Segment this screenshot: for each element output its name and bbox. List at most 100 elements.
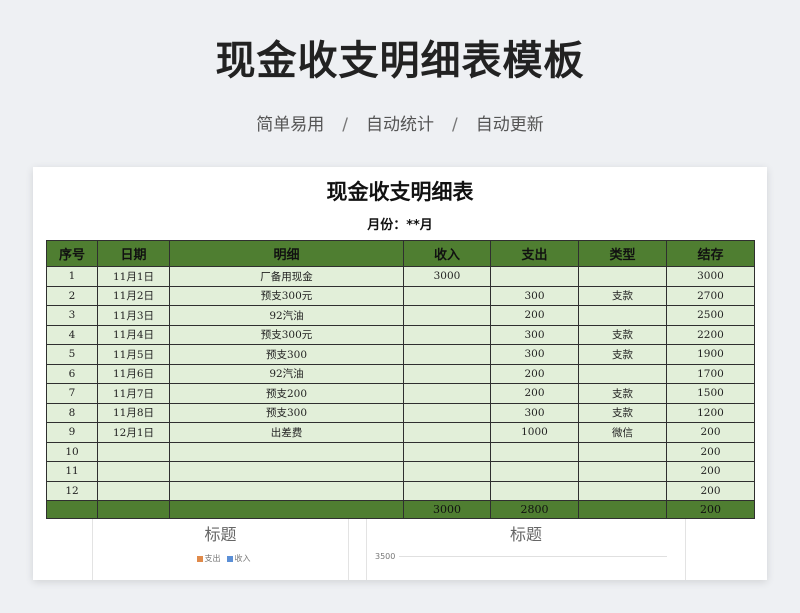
table-cell[interactable]: 支款 <box>578 285 667 306</box>
column-header[interactable]: 序号 <box>46 240 98 267</box>
table-cell[interactable] <box>403 480 491 501</box>
table-cell[interactable]: 200 <box>666 461 755 482</box>
table-cell[interactable] <box>403 363 491 384</box>
column-header[interactable]: 明细 <box>169 240 404 267</box>
table-cell[interactable]: 92汽油 <box>169 305 404 326</box>
table-cell[interactable]: 200 <box>666 441 755 462</box>
bar-chart-panel[interactable]: 标题 3500 <box>366 519 686 580</box>
table-cell[interactable] <box>578 305 667 326</box>
table-cell[interactable]: 200 <box>490 363 579 384</box>
table-cell[interactable]: 3 <box>46 305 98 326</box>
table-cell[interactable]: 1900 <box>666 344 755 365</box>
table-cell[interactable]: 11月7日 <box>97 383 170 404</box>
table-cell[interactable]: 1200 <box>666 402 755 423</box>
table-cell[interactable]: 预支300元 <box>169 324 404 345</box>
total-income[interactable]: 3000 <box>403 500 491 519</box>
table-cell[interactable]: 11月6日 <box>97 363 170 384</box>
table-cell[interactable]: 支款 <box>578 324 667 345</box>
table-cell[interactable] <box>490 441 579 462</box>
table-cell[interactable]: 微信 <box>578 422 667 443</box>
table-cell[interactable] <box>403 285 491 306</box>
table-cell[interactable]: 9 <box>46 422 98 443</box>
table-cell[interactable]: 11 <box>46 461 98 482</box>
table-cell[interactable]: 2500 <box>666 305 755 326</box>
table-cell[interactable]: 200 <box>490 383 579 404</box>
table-cell[interactable] <box>578 500 667 519</box>
table-cell[interactable]: 200 <box>666 480 755 501</box>
table-cell[interactable]: 3000 <box>666 266 755 287</box>
table-cell[interactable]: 支款 <box>578 402 667 423</box>
table-cell[interactable]: 预支300 <box>169 344 404 365</box>
table-cell[interactable]: 300 <box>490 402 579 423</box>
table-cell[interactable] <box>169 461 404 482</box>
table-cell[interactable] <box>403 402 491 423</box>
table-cell[interactable]: 4 <box>46 324 98 345</box>
table-cell[interactable]: 300 <box>490 285 579 306</box>
table-cell[interactable] <box>403 324 491 345</box>
table-cell[interactable] <box>169 441 404 462</box>
table-cell[interactable]: 200 <box>490 305 579 326</box>
table-cell[interactable]: 300 <box>490 344 579 365</box>
table-cell[interactable] <box>403 344 491 365</box>
table-cell[interactable]: 1000 <box>490 422 579 443</box>
table-cell[interactable] <box>403 461 491 482</box>
table-cell[interactable] <box>169 480 404 501</box>
table-cell[interactable]: 8 <box>46 402 98 423</box>
table-cell[interactable]: 10 <box>46 441 98 462</box>
table-cell[interactable]: 2 <box>46 285 98 306</box>
table-cell[interactable]: 支款 <box>578 344 667 365</box>
column-header[interactable]: 类型 <box>578 240 667 267</box>
table-cell[interactable]: 1500 <box>666 383 755 404</box>
table-cell[interactable]: 3000 <box>403 266 491 287</box>
table-cell[interactable]: 2200 <box>666 324 755 345</box>
table-cell[interactable] <box>97 500 170 519</box>
table-cell[interactable]: 预支200 <box>169 383 404 404</box>
table-cell[interactable] <box>578 363 667 384</box>
column-header[interactable]: 日期 <box>97 240 170 267</box>
table-cell[interactable] <box>490 480 579 501</box>
table-cell[interactable]: 11月5日 <box>97 344 170 365</box>
table-cell[interactable]: 300 <box>490 324 579 345</box>
table-cell[interactable] <box>490 266 579 287</box>
table-cell[interactable] <box>46 500 98 519</box>
table-cell[interactable] <box>403 305 491 326</box>
table-cell[interactable] <box>403 383 491 404</box>
column-header[interactable]: 结存 <box>666 240 755 267</box>
table-cell[interactable]: 5 <box>46 344 98 365</box>
table-cell[interactable]: 1 <box>46 266 98 287</box>
table-cell[interactable]: 200 <box>666 422 755 443</box>
total-balance[interactable]: 200 <box>666 500 755 519</box>
table-cell[interactable]: 92汽油 <box>169 363 404 384</box>
table-cell[interactable] <box>578 266 667 287</box>
table-cell[interactable]: 预支300元 <box>169 285 404 306</box>
table-cell[interactable]: 12月1日 <box>97 422 170 443</box>
table-cell[interactable] <box>578 461 667 482</box>
table-cell[interactable]: 预支300 <box>169 402 404 423</box>
table-cell[interactable]: 11月8日 <box>97 402 170 423</box>
table-cell[interactable]: 7 <box>46 383 98 404</box>
table-cell[interactable] <box>578 480 667 501</box>
table-cell[interactable]: 2700 <box>666 285 755 306</box>
table-cell[interactable] <box>169 500 404 519</box>
table-cell[interactable] <box>578 441 667 462</box>
pie-chart-panel[interactable]: 标题 支出 收入 <box>92 519 349 580</box>
table-cell[interactable] <box>97 480 170 501</box>
table-cell[interactable] <box>403 422 491 443</box>
table-cell[interactable] <box>97 441 170 462</box>
column-header[interactable]: 收入 <box>403 240 491 267</box>
table-cell[interactable]: 11月4日 <box>97 324 170 345</box>
column-header[interactable]: 支出 <box>490 240 579 267</box>
table-cell[interactable]: 11月1日 <box>97 266 170 287</box>
table-cell[interactable]: 6 <box>46 363 98 384</box>
total-expense[interactable]: 2800 <box>490 500 579 519</box>
table-cell[interactable] <box>97 461 170 482</box>
table-cell[interactable]: 厂备用现金 <box>169 266 404 287</box>
table-cell[interactable]: 支款 <box>578 383 667 404</box>
table-cell[interactable]: 11月3日 <box>97 305 170 326</box>
table-cell[interactable]: 11月2日 <box>97 285 170 306</box>
table-cell[interactable]: 出差费 <box>169 422 404 443</box>
table-cell[interactable] <box>403 441 491 462</box>
table-cell[interactable]: 1700 <box>666 363 755 384</box>
table-cell[interactable]: 12 <box>46 480 98 501</box>
table-cell[interactable] <box>490 461 579 482</box>
